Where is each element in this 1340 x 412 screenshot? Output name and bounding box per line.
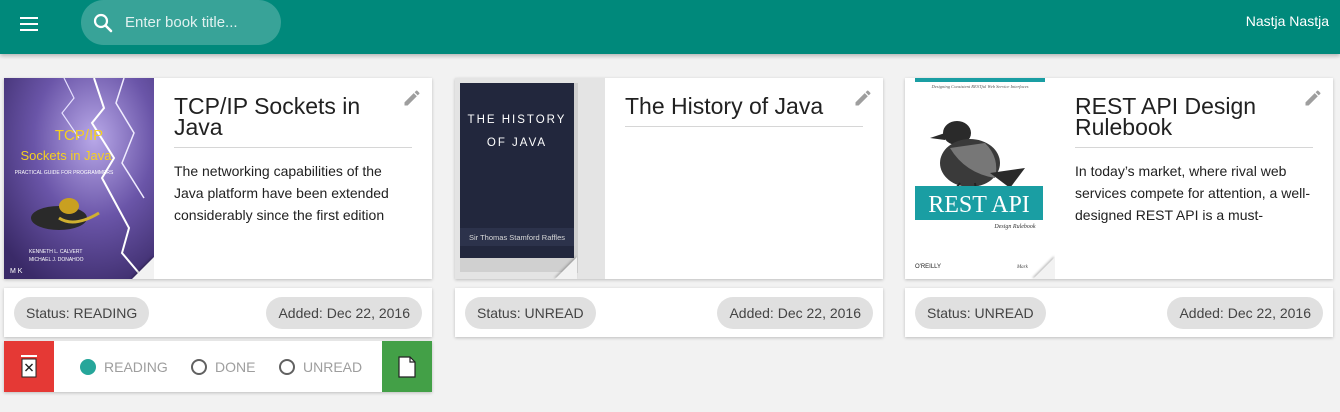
book-cover-image: THE HISTORY OF JAVA Sir Thomas Stamford …	[455, 78, 605, 279]
added-date-chip: Added: Dec 22, 2016	[717, 297, 873, 329]
book-cover: TCP/IP Sockets in Java PRACTICAL GUIDE F…	[4, 78, 154, 279]
app-bar: Nastja Nastja	[0, 0, 1340, 54]
radio-unselected-icon	[191, 359, 207, 375]
save-button[interactable]	[382, 341, 432, 392]
user-name[interactable]: Nastja Nastja	[1246, 13, 1329, 29]
status-chip: Status: UNREAD	[465, 297, 596, 329]
book-cover: Designing Consistent RESTful Web Service…	[905, 78, 1055, 279]
radio-label: UNREAD	[303, 359, 363, 375]
cover-author: Sir Thomas Stamford Raffles	[469, 233, 565, 242]
document-icon	[398, 356, 416, 378]
radio-done[interactable]: DONE	[191, 359, 255, 375]
book-card: Designing Consistent RESTful Web Service…	[905, 78, 1333, 279]
book-card: THE HISTORY OF JAVA Sir Thomas Stamford …	[455, 78, 883, 279]
book-cover-image: TCP/IP Sockets in Java PRACTICAL GUIDE F…	[4, 78, 154, 279]
cover-tagline: Designing Consistent RESTful Web Service…	[931, 84, 1029, 89]
cover-author: Mark	[1016, 265, 1029, 270]
added-date-chip: Added: Dec 22, 2016	[1167, 297, 1323, 329]
radio-unselected-icon	[279, 359, 295, 375]
cover-subtitle: Design Rulebook	[993, 224, 1035, 230]
page-curl	[132, 257, 154, 279]
book-cover: THE HISTORY OF JAVA Sir Thomas Stamford …	[455, 78, 605, 279]
search-box	[81, 0, 281, 45]
book-card: TCP/IP Sockets in Java PRACTICAL GUIDE F…	[4, 78, 432, 279]
cover-title: REST API	[928, 192, 1030, 218]
menu-icon[interactable]	[18, 13, 42, 37]
radio-reading[interactable]: READING	[80, 359, 168, 375]
page-curl	[555, 257, 577, 279]
search-icon	[93, 13, 113, 33]
cover-publisher: M K	[10, 268, 23, 275]
radio-label: READING	[104, 359, 168, 375]
book-action-bar: READING DONE UNREAD	[4, 341, 432, 392]
status-row: Status: UNREAD Added: Dec 22, 2016	[455, 288, 883, 337]
cover-subtitle: PRACTICAL GUIDE FOR PROGRAMMERS	[15, 170, 114, 176]
book-title: TCP/IP Sockets in Java	[174, 95, 412, 148]
cover-author: MICHAEL J. DONAHOO	[29, 257, 84, 263]
trash-icon	[21, 355, 37, 378]
book-title: REST API Design Rulebook	[1075, 95, 1313, 148]
cover-title-line2: Sockets in Java	[20, 148, 112, 163]
cover-title-line2: OF JAVA	[487, 137, 547, 149]
cover-author: KENNETH L. CALVERT	[29, 249, 82, 255]
book-cover-image: Designing Consistent RESTful Web Service…	[905, 78, 1055, 279]
delete-button[interactable]	[4, 341, 54, 392]
search-input[interactable]	[125, 8, 275, 36]
status-chip: Status: UNREAD	[915, 297, 1046, 329]
page-curl	[1033, 257, 1055, 279]
book-description	[625, 160, 865, 226]
radio-unread[interactable]: UNREAD	[279, 359, 362, 375]
status-row: Status: READING Added: Dec 22, 2016	[4, 288, 432, 337]
cover-title-line1: TCP/IP	[55, 127, 103, 144]
cover-publisher: O'REILLY	[915, 264, 941, 270]
radio-selected-icon	[80, 359, 96, 375]
book-title: The History of Java	[625, 95, 863, 127]
status-chip: Status: READING	[14, 297, 150, 329]
book-description: The networking capabilities of the Java …	[174, 163, 389, 223]
status-row: Status: UNREAD Added: Dec 22, 2016	[905, 288, 1333, 337]
book-description: In today’s market, where rival web servi…	[1075, 163, 1310, 223]
added-date-chip: Added: Dec 22, 2016	[266, 297, 422, 329]
cover-title-line1: THE HISTORY	[468, 114, 567, 126]
radio-label: DONE	[215, 359, 256, 375]
